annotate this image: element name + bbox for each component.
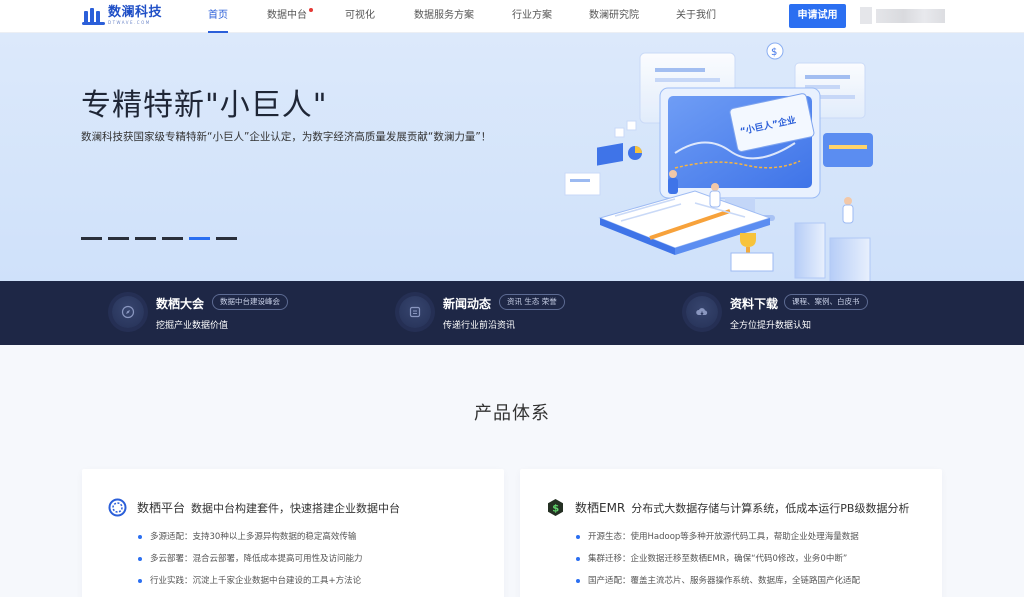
hero-title: 专精特新"小巨人" (81, 88, 328, 123)
carousel-dot[interactable] (135, 237, 156, 240)
list-item: 多云部署：混合云部署，降低成本提高可用性及访问能力 (138, 548, 363, 570)
avatar (860, 7, 872, 24)
nav-item-data-platform[interactable]: 数据中台 (267, 0, 313, 33)
notification-dot (309, 8, 313, 12)
feature-title: 资料下载 (730, 297, 779, 311)
nav-item-about[interactable]: 关于我们 (676, 0, 716, 33)
nav-item-visualization[interactable]: 可视化 (345, 0, 375, 33)
feature-tag: 课程、案例、白皮书 (784, 294, 868, 310)
nav-item-data-service[interactable]: 数据服务方案 (414, 0, 474, 33)
hero-banner[interactable]: 专精特新"小巨人" 数澜科技获国家级专精特新“小巨人”企业认定，为数字经济高质量… (0, 33, 1024, 281)
product-slogan: 数据中台构建套件，快速搭建企业数据中台 (191, 501, 401, 515)
nav-item-home[interactable]: 首页 (208, 0, 228, 33)
carousel-indicators (81, 237, 237, 240)
feature-subtitle: 全方位提升数据认知 (730, 321, 812, 331)
logo[interactable]: 数澜科技 DTWAVE.COM (82, 6, 162, 25)
user-account[interactable] (860, 7, 945, 24)
product-card-platform[interactable]: 数栖平台 数据中台构建套件，快速搭建企业数据中台 多源适配：支持30种以上多源异… (82, 469, 504, 597)
cloud-download-icon (686, 296, 718, 328)
feature-subtitle: 传递行业前沿资讯 (443, 321, 516, 331)
product-feature-list: 多源适配：支持30种以上多源异构数据的稳定高效传输 多云部署：混合云部署，降低成… (138, 526, 363, 592)
product-name: 数栖平台 (137, 501, 186, 515)
nav-item-label: 行业方案 (512, 10, 552, 21)
nav-item-label: 数据中台 (267, 10, 307, 21)
feature-title: 数栖大会 (156, 297, 205, 311)
product-card-emr[interactable]: $ 数栖EMR 分布式大数据存储与计算系统，低成本运行PB级数据分析 开源生态：… (520, 469, 942, 597)
logo-icon (82, 7, 105, 25)
carousel-dot[interactable] (81, 237, 102, 240)
apply-trial-button[interactable]: 申请试用 (789, 4, 846, 28)
carousel-dot[interactable] (162, 237, 183, 240)
list-item: 国产适配：覆盖主流芯片、服务器操作系统、数据库，全链路国产化适配 (576, 570, 860, 592)
feature-conference[interactable]: 数栖大会 数据中台建设峰会 挖掘产业数据价值 (112, 281, 342, 345)
svg-text:$: $ (552, 504, 559, 515)
top-navbar: 数澜科技 DTWAVE.COM 首页 数据中台 可视化 数据服务方案 行业方案 … (0, 0, 1024, 33)
feature-subtitle: 挖掘产业数据价值 (156, 321, 229, 331)
logo-name: 数澜科技 (108, 5, 163, 20)
nav-item-label: 可视化 (345, 10, 375, 21)
list-item: 行业实践：沉淀上千家企业数据中台建设的工具+方法论 (138, 570, 363, 592)
logo-subtitle: DTWAVE.COM (108, 20, 151, 25)
user-name-blurred (876, 8, 945, 23)
section-title-products: 产品体系 (474, 403, 550, 424)
product-feature-list: 开源生态：使用Hadoop等多种开放源代码工具，帮助企业处理海量数据 集群迁移：… (576, 526, 860, 592)
feature-title: 新闻动态 (443, 297, 492, 311)
product-slogan: 分布式大数据存储与计算系统，低成本运行PB级数据分析 (631, 501, 910, 515)
carousel-dot[interactable] (216, 237, 237, 240)
dollar-hex-icon: $ (546, 498, 565, 517)
carousel-dot-active[interactable] (189, 237, 210, 240)
news-icon (399, 296, 431, 328)
hero-description: 数澜科技获国家级专精特新“小巨人”企业认定，为数字经济高质量发展贡献“数澜力量”… (81, 131, 492, 143)
nav-item-label: 数据服务方案 (414, 10, 474, 21)
carousel-dot[interactable] (108, 237, 129, 240)
nav-item-label: 数澜研究院 (589, 10, 639, 21)
feature-band: 数栖大会 数据中台建设峰会 挖掘产业数据价值 新闻动态 资讯 生态 荣誉 传递行… (0, 281, 1024, 345)
ring-icon (108, 498, 127, 517)
nav-item-label: 首页 (208, 10, 228, 21)
feature-news[interactable]: 新闻动态 资讯 生态 荣誉 传递行业前沿资讯 (399, 281, 629, 345)
svg-text:$: $ (771, 47, 777, 58)
hero-illustration: $ “小巨人”企业 (564, 42, 873, 281)
nav-item-industry[interactable]: 行业方案 (512, 0, 552, 33)
nav-item-research[interactable]: 数澜研究院 (589, 0, 639, 33)
feature-tag: 资讯 生态 荣誉 (499, 294, 565, 310)
list-item: 集群迁移：企业数据迁移至数栖EMR，确保“代码0修改，业务0中断” (576, 548, 860, 570)
feature-tag: 数据中台建设峰会 (212, 294, 288, 310)
compass-icon (112, 296, 144, 328)
product-name: 数栖EMR (575, 501, 626, 515)
nav-item-label: 关于我们 (676, 10, 716, 21)
list-item: 开源生态：使用Hadoop等多种开放源代码工具，帮助企业处理海量数据 (576, 526, 860, 548)
feature-downloads[interactable]: 资料下载 课程、案例、白皮书 全方位提升数据认知 (686, 281, 916, 345)
list-item: 多源适配：支持30种以上多源异构数据的稳定高效传输 (138, 526, 363, 548)
